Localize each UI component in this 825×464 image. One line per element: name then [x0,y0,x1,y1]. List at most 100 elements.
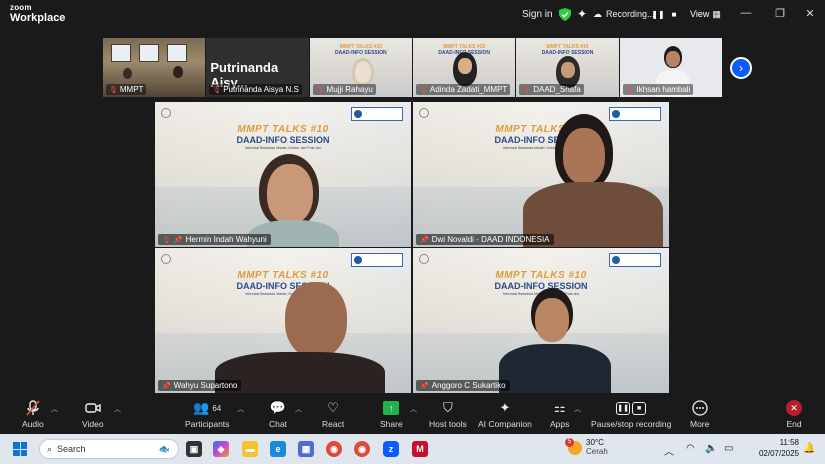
slide-title: MMPT TALKS #10 [237,270,329,281]
ai-companion-label: AI Companion [478,419,532,429]
chrome-icon[interactable]: ◉ [354,441,370,457]
mic-muted-icon: 🎙 [109,86,118,94]
ai-companion-button[interactable]: ✦ AI Companion [478,400,532,429]
chat-button[interactable]: 💬 Chat [269,400,287,429]
audio-label: Audio [22,419,44,429]
sign-in-button[interactable]: Sign in [516,5,559,23]
edge-icon[interactable]: e [270,441,286,457]
pause-recording-label: Pause/stop recording [591,419,672,429]
video-tile-active-speaker[interactable]: MMPT TALKS #10 DAAD-INFO SESSION Informa… [413,102,669,247]
react-button[interactable]: ♡ React [322,400,344,429]
thumbnail-tile[interactable]: MMPT TALKS #10 DAAD-INFO SESSION 🎙 Adinda … [412,38,516,97]
react-label: React [322,419,345,429]
audio-button[interactable]: Audio [22,400,44,429]
notifications-bell-icon[interactable]: 🔔 [803,443,815,454]
brand-line1: zoom [10,3,32,12]
file-explorer-icon[interactable]: ▬ [242,441,258,457]
slide-subtitle: DAAD-INFO SESSION [236,281,330,291]
mic-muted-icon: 🎙 [212,86,222,94]
participant-name: 🎙 MMPT [106,84,147,95]
security-shield-icon[interactable] [559,5,571,23]
video-button[interactable]: Video [82,400,104,429]
recording-indicator[interactable]: ☁ Recording... [593,5,655,23]
pause-stop-recording-button[interactable]: ❚❚ ■ Pause/stop recording [591,400,671,429]
search-placeholder: Search [57,444,86,454]
participant-name: 📌 Dwi Novaldi - DAAD INDONESIA [416,234,554,245]
store-icon[interactable]: ▦ [298,441,314,457]
participant-name: 📌 Anggoro C Sukartiko [416,380,510,391]
end-button[interactable]: ✕ End [786,400,802,429]
task-view-icon[interactable]: ▣ [186,441,202,457]
chevron-right-icon: › [739,61,743,75]
minimize-icon[interactable]: — [736,4,756,22]
mcafee-icon[interactable]: M [412,441,428,457]
pin-icon: 📌 [173,236,183,244]
restore-icon[interactable]: ❐ [770,4,790,22]
ai-sparkle-icon: ✦ [499,400,511,415]
tray-chevron-up-icon[interactable]: ︿ [664,443,674,458]
zoom-logo: zoom Workplace [10,4,65,24]
participant-name: 🎙 Putrinanda Aisya N.S [209,84,302,95]
slide-subtitle: DAAD-INFO SESSION [494,281,588,291]
pause-stop-icon: ❚❚ ■ [616,401,647,415]
copilot-icon[interactable]: ◈ [213,441,229,457]
video-tile[interactable]: MMPT TALKS #10 DAAD-INFO SESSION Informa… [155,102,411,247]
slide-tagline: Informasi Beasiswa Master, Doktor, dan P… [244,146,322,150]
participants-button[interactable]: 👥 64 Participants [185,400,229,429]
weather-widget[interactable]: 5 30°C Cerah [565,437,608,457]
apps-label: Apps [550,419,570,429]
ai-sparkle-icon[interactable]: ✦ [577,5,587,23]
more-label: More [690,419,710,429]
host-tools-label: Host tools [429,419,467,429]
meeting-toolbar: Audio ︿ Video ︿ 👥 64 Participants ︿ 💬 Cha… [0,396,825,434]
thumbnail-tile[interactable]: Putrinanda Aisy... 🎙 Putrinanda Aisya N.S [206,38,309,97]
battery-icon[interactable]: ▭ [724,443,733,454]
participant-name: 🎙 Ikhsan hambali [622,84,694,95]
audio-options-chevron-icon[interactable]: ︿ [51,404,58,414]
speaker-icon[interactable]: 🔈 [705,443,717,454]
slide-tagline: Informasi Beasiswa Master, Doktor, dan P… [502,146,580,150]
clock-time: 11:58 [779,438,799,447]
search-highlight-icon: 🐟 [158,443,170,454]
pin-icon: 📌 [420,382,429,390]
more-icon [692,400,708,416]
thumbnail-tile[interactable]: MMPT TALKS #10 DAAD-INFO SESSION 🎙 Mujji R… [309,38,412,97]
pause-recording-icon[interactable]: ❚❚ [651,8,664,20]
participants-icon: 👥 64 [193,400,222,415]
slide-title: MMPT TALKS #10 [237,124,329,135]
share-options-chevron-icon[interactable]: ︿ [410,404,417,414]
next-page-button[interactable]: › [730,57,752,79]
video-tile[interactable]: MMPT TALKS #10 DAAD-INFO SESSION Informa… [155,248,411,393]
windows-start-icon[interactable] [13,442,27,456]
taskbar-search[interactable]: ⌕ Search 🐟 [39,439,179,459]
weather-desc: Cerah [586,446,608,456]
cloud-icon: ☁ [593,8,602,19]
pin-icon: 📌 [162,382,171,390]
stop-recording-icon[interactable]: ■ [668,8,680,20]
participants-options-chevron-icon[interactable]: ︿ [237,404,244,414]
video-options-chevron-icon[interactable]: ︿ [114,404,121,414]
share-button[interactable]: ↑ Share [380,400,403,429]
view-button[interactable]: View ▦ [690,5,721,23]
video-tile[interactable]: MMPT TALKS #10 DAAD-INFO SESSION Informa… [413,248,669,393]
slide-title: MMPT TALKS #10 [495,270,587,281]
shield-icon: ⛉ [443,400,453,415]
participant-strip: 🎙 MMPT Putrinanda Aisy... 🎙 Putrinanda Ais… [103,38,722,97]
close-icon[interactable]: ✕ [800,4,820,22]
participants-label: Participants [185,419,230,429]
apps-options-chevron-icon[interactable]: ︿ [574,404,581,414]
chrome-icon[interactable]: ◉ [326,441,342,457]
thumbnail-tile[interactable]: 🎙 MMPT [103,38,206,97]
thumbnail-tile[interactable]: 🎙 Ikhsan hambali [619,38,722,97]
wifi-icon[interactable]: ◠ [686,443,695,454]
apps-button[interactable]: ⚏ Apps [550,400,569,429]
thumbnail-tile[interactable]: MMPT TALKS #10 DAAD-INFO SESSION 🎙 DAAD_Sh… [516,38,619,97]
pin-icon: 📌 [420,236,429,244]
mic-muted-icon: 🎙 [522,86,532,94]
zoom-taskbar-icon[interactable]: z [383,441,399,457]
system-clock[interactable]: 11:58 02/07/2025 [759,438,799,460]
more-button[interactable]: More [690,400,709,429]
mic-muted-icon: 🎙 [625,86,635,94]
host-tools-button[interactable]: ⛉ Host tools [429,400,467,429]
chat-options-chevron-icon[interactable]: ︿ [295,404,302,414]
